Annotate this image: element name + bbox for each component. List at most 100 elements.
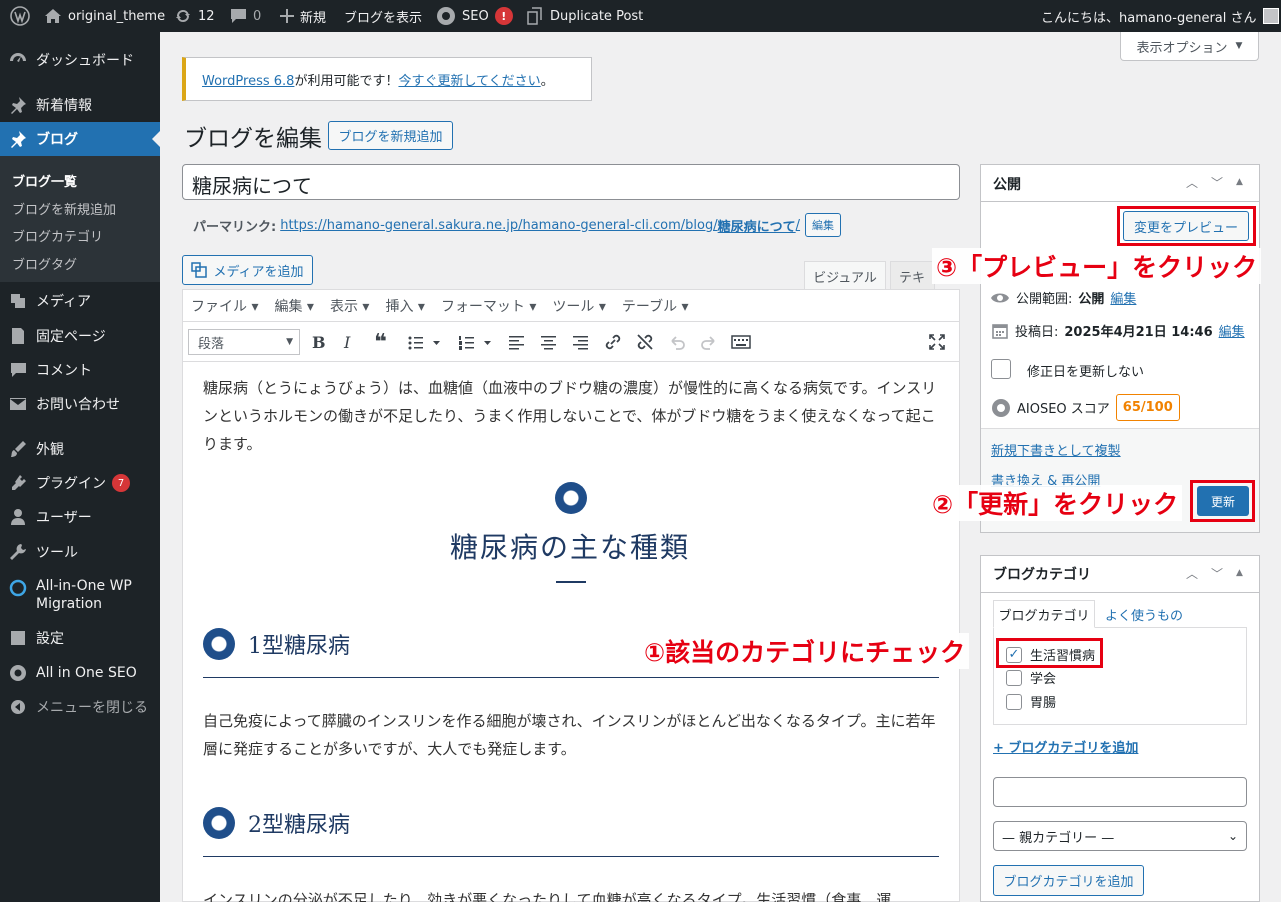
wordpress-logo-icon[interactable] bbox=[10, 0, 30, 32]
link-icon[interactable] bbox=[604, 333, 622, 355]
chevron-down-icon[interactable]: ﹀ bbox=[1211, 565, 1223, 582]
tab-all-categories[interactable]: ブログカテゴリ bbox=[993, 600, 1095, 628]
menu-blog[interactable]: ブログ bbox=[0, 122, 160, 156]
screen-options-toggle[interactable]: 表示オプション ▼ bbox=[1120, 32, 1259, 61]
menu-aioseo[interactable]: All in One SEO bbox=[0, 656, 160, 690]
chevron-up-icon[interactable]: ︿ bbox=[1186, 174, 1198, 191]
tab-visual[interactable]: ビジュアル bbox=[804, 261, 886, 290]
menu-format[interactable]: フォーマット ▾ bbox=[441, 296, 536, 316]
redo-icon[interactable] bbox=[700, 333, 718, 355]
category-item-gastro[interactable]: 胃腸 bbox=[1006, 692, 1056, 711]
menu-media[interactable]: メディア bbox=[0, 284, 160, 318]
notice-end: 。 bbox=[540, 74, 554, 89]
menu-aio-migration[interactable]: All-in-One WP Migration bbox=[0, 577, 160, 617]
menu-tools[interactable]: ツール ▾ bbox=[552, 296, 605, 316]
eye-icon bbox=[991, 293, 1009, 302]
italic-icon[interactable]: I bbox=[344, 333, 350, 352]
wordpress-version-link[interactable]: WordPress 6.8 bbox=[202, 74, 294, 89]
collapse-menu[interactable]: メニューを閉じる bbox=[0, 690, 160, 724]
menu-dashboard[interactable]: ダッシュボード bbox=[0, 43, 160, 77]
toggle-triangle-icon[interactable]: ▲ bbox=[1236, 174, 1243, 191]
content-paragraph-3[interactable]: インスリンの分泌が不足したり、効きが悪くなったりして血糖が高くなるタイプ。生活習… bbox=[203, 886, 939, 902]
content-paragraph-1[interactable]: 糖尿病（とうにょうびょう）は、血糖値（血液中のブドウ糖の濃度）が慢性的に高くなる… bbox=[203, 374, 939, 458]
numbered-list-icon[interactable] bbox=[459, 335, 495, 351]
menu-label: All in One SEO bbox=[36, 665, 137, 681]
no-update-date-checkbox[interactable] bbox=[991, 359, 1011, 379]
menu-appearance[interactable]: 外観 bbox=[0, 432, 160, 466]
tab-text[interactable]: テキ bbox=[890, 261, 935, 290]
undo-icon[interactable] bbox=[668, 333, 686, 355]
menu-edit[interactable]: 編集 ▾ bbox=[274, 296, 313, 316]
comments-link[interactable]: 0 bbox=[230, 0, 261, 32]
seo-menu[interactable]: SEO ! bbox=[436, 0, 513, 32]
heading-underline bbox=[556, 581, 586, 583]
menu-pages[interactable]: 固定ページ bbox=[0, 319, 160, 353]
chevron-down-icon[interactable]: ﹀ bbox=[1211, 174, 1223, 191]
site-name-link[interactable]: original_theme bbox=[44, 0, 165, 32]
checkbox[interactable] bbox=[1006, 669, 1022, 686]
content-paragraph-2[interactable]: 自己免疫によって膵臓のインスリンを作る細胞が壊され、インスリンがほとんど出なくな… bbox=[203, 707, 939, 763]
new-category-input[interactable] bbox=[993, 777, 1247, 807]
permalink-url[interactable]: https://hamano-general.sakura.ne.jp/hama… bbox=[280, 218, 717, 233]
comment-icon bbox=[10, 363, 26, 377]
align-left-icon[interactable] bbox=[509, 335, 525, 354]
submenu-blog-tag[interactable]: ブログタグ bbox=[12, 254, 77, 273]
visibility-edit-link[interactable]: 編集 bbox=[1110, 288, 1136, 307]
add-category-button[interactable]: ブログカテゴリを追加 bbox=[993, 865, 1144, 896]
menu-insert[interactable]: 挿入 ▾ bbox=[385, 296, 424, 316]
date-edit-link[interactable]: 編集 bbox=[1219, 321, 1245, 340]
my-account[interactable]: こんにちは、hamano-general さん bbox=[1041, 0, 1279, 32]
menu-tools[interactable]: ツール bbox=[0, 535, 160, 569]
menu-users[interactable]: ユーザー bbox=[0, 500, 160, 534]
parent-category-select[interactable]: — 親カテゴリー — ⌄ bbox=[993, 821, 1247, 851]
menu-table[interactable]: テーブル ▾ bbox=[622, 296, 689, 316]
submenu-blog-list[interactable]: ブログ一覧 bbox=[12, 171, 77, 190]
content-subheading-1[interactable]: 1型糖尿病 bbox=[248, 628, 350, 660]
view-blog-link[interactable]: ブログを表示 bbox=[344, 0, 422, 32]
copy-to-draft-link[interactable]: 新規下書きとして複製 bbox=[991, 440, 1121, 459]
category-item-conference[interactable]: 学会 bbox=[1006, 668, 1056, 687]
menu-view[interactable]: 表示 ▾ bbox=[330, 296, 369, 316]
content-heading[interactable]: 糖尿病の主な種類 bbox=[300, 526, 840, 566]
subheading-rule bbox=[203, 856, 939, 857]
subheading-rule bbox=[203, 677, 939, 678]
blockquote-icon[interactable]: ❝ bbox=[374, 330, 387, 355]
add-media-button[interactable]: メディアを追加 bbox=[182, 255, 313, 285]
aioseo-score-badge[interactable]: 65/100 bbox=[1115, 394, 1180, 421]
menu-label: ダッシュボード bbox=[36, 53, 134, 69]
content-subheading-2[interactable]: 2型糖尿病 bbox=[248, 807, 350, 839]
settings-icon bbox=[11, 631, 25, 645]
menu-contact[interactable]: お問い合わせ bbox=[0, 387, 160, 421]
permalink-slug[interactable]: 糖尿病につて bbox=[718, 216, 796, 235]
comments-count: 0 bbox=[253, 8, 262, 24]
unlink-icon[interactable] bbox=[636, 333, 654, 355]
chevron-up-icon[interactable]: ︿ bbox=[1186, 565, 1198, 582]
toggle-triangle-icon[interactable]: ▲ bbox=[1236, 565, 1243, 582]
menu-file[interactable]: ファイル ▾ bbox=[191, 296, 258, 316]
align-center-icon[interactable] bbox=[541, 335, 557, 354]
menu-plugins[interactable]: プラグイン 7 bbox=[0, 466, 160, 500]
calendar-icon bbox=[992, 323, 1008, 339]
update-now-link[interactable]: 今すぐ更新してください bbox=[398, 74, 540, 89]
menu-news[interactable]: 新着情報 bbox=[0, 88, 160, 122]
checkbox[interactable] bbox=[1006, 693, 1022, 710]
post-title-input[interactable]: 糖尿病につて bbox=[182, 164, 960, 200]
format-select[interactable]: 段落 ▼ bbox=[188, 329, 300, 355]
submenu-blog-add[interactable]: ブログを新規追加 bbox=[12, 199, 116, 218]
menu-comments[interactable]: コメント bbox=[0, 353, 160, 387]
submenu-blog-category[interactable]: ブログカテゴリ bbox=[12, 226, 103, 245]
permalink-edit-button[interactable]: 編集 bbox=[805, 213, 842, 237]
duplicate-post-link[interactable]: Duplicate Post bbox=[526, 0, 643, 32]
bullet-list-icon[interactable] bbox=[408, 335, 444, 351]
add-category-link[interactable]: + ブログカテゴリを追加 bbox=[993, 737, 1138, 756]
keyboard-icon[interactable] bbox=[731, 334, 751, 354]
align-right-icon[interactable] bbox=[573, 335, 589, 354]
new-content-link[interactable]: 新規 bbox=[280, 0, 326, 32]
menu-settings[interactable]: 設定 bbox=[0, 621, 160, 655]
tab-popular-categories[interactable]: よく使うもの bbox=[1105, 605, 1183, 624]
updates-link[interactable]: 12 bbox=[174, 0, 215, 32]
add-new-blog-button[interactable]: ブログを新規追加 bbox=[328, 121, 453, 150]
fullscreen-icon[interactable] bbox=[928, 333, 946, 355]
new-label: 新規 bbox=[300, 10, 327, 26]
bold-icon[interactable]: B bbox=[312, 333, 326, 352]
